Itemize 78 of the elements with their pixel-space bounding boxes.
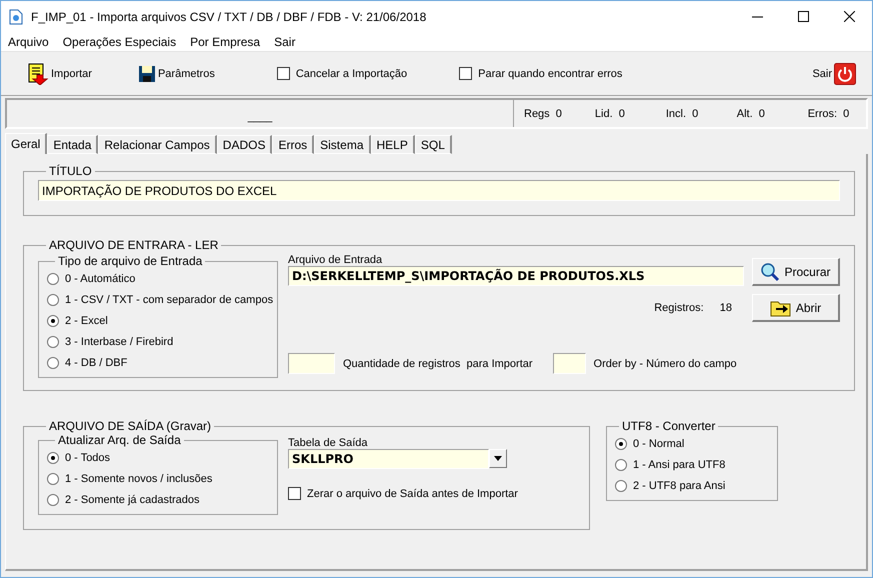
tab[interactable]: DADOS bbox=[216, 135, 272, 154]
radio-button[interactable] bbox=[47, 452, 59, 464]
status-counter: Incl. 0 bbox=[666, 108, 700, 120]
tab[interactable]: HELP bbox=[370, 135, 415, 154]
group-title: ARQUIVO DE SAÍDA (Gravar) bbox=[48, 419, 212, 433]
records-value: 18 bbox=[720, 302, 732, 314]
quantity-field[interactable] bbox=[288, 353, 335, 374]
title-field[interactable]: IMPORTAÇÃO DE PRODUTOS DO EXCEL bbox=[38, 180, 840, 201]
radio-button[interactable] bbox=[47, 356, 59, 368]
close-icon[interactable] bbox=[844, 11, 854, 22]
radio-button[interactable] bbox=[615, 438, 627, 450]
status-counter: Regs 0 bbox=[524, 108, 563, 120]
file-path-field[interactable]: D:\SERKELLTEMP_S\IMPORTAÇÃO DE PRODUTOS.XLS bbox=[288, 266, 744, 286]
radio-option[interactable]: 2 - UTF8 para Ansi bbox=[615, 475, 773, 496]
parameters-button[interactable]: Parâmetros bbox=[138, 64, 215, 82]
radio-button[interactable] bbox=[615, 458, 627, 470]
radio-button[interactable] bbox=[47, 314, 59, 326]
radio-option[interactable]: 0 - Automático bbox=[47, 268, 277, 289]
group-title: Atualizar Arq. de Saída bbox=[57, 433, 182, 447]
table-select[interactable]: SKLLPRO bbox=[288, 449, 489, 469]
tab[interactable]: SQL bbox=[414, 135, 452, 154]
radio-button[interactable] bbox=[47, 494, 59, 506]
radio-option[interactable]: 1 - Ansi para UTF8 bbox=[615, 454, 773, 475]
radio-option[interactable]: 3 - Interbase / Firebird bbox=[47, 331, 277, 352]
tab[interactable]: Geral bbox=[5, 133, 48, 154]
field-label: Quantidade de registros para Importar bbox=[343, 358, 533, 370]
menu-item[interactable]: Sair bbox=[274, 34, 296, 48]
open-button[interactable]: Abrir bbox=[752, 294, 840, 322]
document-arrow-icon bbox=[27, 62, 49, 84]
app-icon bbox=[9, 8, 23, 24]
radio-option[interactable]: 1 - CSV / TXT - com separador de campos bbox=[47, 289, 277, 310]
radio-button[interactable] bbox=[615, 480, 627, 492]
field-label: Tabela de Saída bbox=[288, 437, 369, 449]
checkbox-option[interactable]: Zerar o arquivo de Saída antes de Importar bbox=[288, 487, 518, 500]
group-title: TÍTULO bbox=[48, 164, 93, 178]
tab[interactable]: Sistema bbox=[314, 135, 370, 154]
browse-button[interactable]: Procurar bbox=[752, 258, 840, 286]
radio-option[interactable]: 0 - Normal bbox=[615, 433, 773, 454]
group-title: ARQUIVO DE ENTRARA - LER bbox=[48, 238, 220, 252]
folder-icon bbox=[770, 298, 792, 316]
checkbox[interactable] bbox=[459, 67, 472, 80]
radio-option[interactable]: 0 - Todos bbox=[47, 447, 277, 468]
group-title: UTF8 - Converter bbox=[621, 419, 716, 433]
checkbox[interactable] bbox=[288, 487, 301, 500]
status-counter: Erros: 0 bbox=[808, 108, 850, 120]
field-label: Arquivo de Entrada bbox=[288, 254, 384, 266]
tab[interactable]: Erros bbox=[272, 135, 314, 154]
radio-option[interactable]: 4 - DB / DBF bbox=[47, 352, 277, 373]
import-button[interactable]: Importar bbox=[27, 62, 92, 84]
radio-option[interactable]: 2 - Excel bbox=[47, 310, 277, 331]
field-label: Order by - Número do campo bbox=[594, 358, 737, 370]
dropdown-button[interactable] bbox=[489, 449, 507, 468]
menu-item[interactable]: Arquivo bbox=[8, 34, 49, 48]
order-by-field[interactable] bbox=[552, 353, 586, 374]
radio-option[interactable]: 2 - Somente já cadastrados bbox=[47, 489, 277, 510]
radio-button[interactable] bbox=[47, 472, 59, 484]
status-text: ____ bbox=[248, 111, 272, 123]
status-counter: Alt. 0 bbox=[736, 108, 766, 120]
maximize-icon[interactable] bbox=[798, 11, 808, 22]
menu-item[interactable]: Operações Especiais bbox=[62, 34, 176, 48]
tab[interactable]: Entada bbox=[47, 135, 98, 154]
exit-button[interactable]: Sair bbox=[812, 62, 856, 84]
power-icon bbox=[834, 62, 856, 84]
radio-button[interactable] bbox=[47, 272, 59, 284]
records-label: Registros: bbox=[654, 302, 704, 314]
window-title: F_IMP_01 - Importa arquivos CSV / TXT / DB / DBF / FDB - V: 21/06/2018 bbox=[31, 10, 428, 24]
radio-button[interactable] bbox=[47, 336, 59, 348]
checkbox[interactable] bbox=[276, 67, 290, 80]
radio-button[interactable] bbox=[47, 294, 59, 306]
caret-icon bbox=[494, 456, 502, 461]
group-title: Tipo de arquivo de Entrada bbox=[57, 254, 204, 268]
status-counter: Lid. 0 bbox=[594, 108, 626, 120]
tab[interactable]: Relacionar Campos bbox=[98, 135, 217, 154]
checkbox-option[interactable]: Parar quando encontrar erros bbox=[459, 67, 622, 80]
menu-item[interactable]: Por Empresa bbox=[190, 34, 260, 48]
checkbox-option[interactable]: Cancelar a Importação bbox=[276, 67, 408, 80]
radio-option[interactable]: 1 - Somente novos / inclusões bbox=[47, 468, 277, 489]
magnifier-icon bbox=[760, 262, 780, 282]
